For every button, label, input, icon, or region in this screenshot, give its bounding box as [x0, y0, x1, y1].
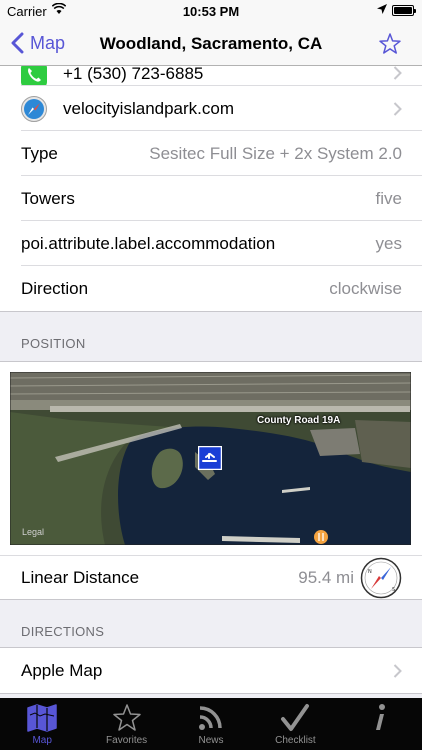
tab-favorites[interactable]: Favorites [84, 698, 168, 750]
tab-label: Favorites [106, 735, 148, 746]
svg-text:N: N [368, 569, 372, 575]
tab-map[interactable]: Map [0, 698, 84, 750]
apple-map-row[interactable]: Apple Map [0, 648, 422, 693]
safari-compass-icon [21, 95, 47, 122]
status-bar: Carrier 10:53 PM [0, 0, 422, 22]
battery-icon [392, 5, 416, 16]
chevron-right-icon [393, 663, 402, 678]
compass-icon: N S [360, 557, 402, 598]
navigation-bar: Map Woodland, Sacramento, CA [0, 22, 422, 66]
apple-map-label: Apple Map [21, 660, 103, 680]
restaurant-marker-icon[interactable] [314, 530, 328, 544]
chevron-right-icon [393, 66, 402, 80]
directions-section-header: DIRECTIONS [21, 624, 105, 639]
map-row: County Road 19A Legal [0, 362, 422, 555]
detail-value: five [375, 188, 402, 208]
directions-group: Apple Map [0, 647, 422, 694]
detail-label: Direction [21, 278, 89, 298]
detail-value: yes [375, 233, 402, 253]
checkmark-icon [281, 704, 310, 731]
phone-number: +1 (530) 723-6885 [63, 64, 204, 83]
tab-info[interactable] [338, 698, 422, 750]
tab-label: News [198, 735, 224, 746]
location-arrow-icon [377, 4, 387, 14]
tab-checklist[interactable]: Checklist [253, 698, 337, 750]
detail-label: poi.attribute.label.accommodation [21, 233, 276, 253]
tab-news[interactable]: News [169, 698, 253, 750]
satellite-map[interactable]: County Road 19A Legal [10, 372, 411, 545]
info-icon [375, 704, 385, 730]
position-section-header: POSITION [21, 336, 86, 351]
tab-bar: Map Favorites News Checklist [0, 698, 422, 750]
contact-group: +1 (530) 723-6885 velocityislandpark.com… [0, 62, 422, 312]
detail-content[interactable]: +1 (530) 723-6885 velocityislandpark.com… [0, 62, 422, 698]
tab-label: Map [32, 735, 52, 746]
position-group: County Road 19A Legal Linear Distance 95… [0, 361, 422, 600]
wakeboard-park-marker-icon[interactable] [198, 446, 222, 470]
detail-label: Type [21, 143, 58, 163]
map-icon [27, 704, 57, 732]
map-road-label: County Road 19A [257, 415, 341, 426]
map-legal-link[interactable]: Legal [22, 527, 44, 537]
tab-label: Checklist [275, 735, 316, 746]
detail-value: Sesitec Full Size + 2x System 2.0 [149, 143, 402, 163]
detail-row-direction: Direction clockwise [0, 266, 422, 311]
star-icon [112, 704, 141, 731]
favorite-star-icon[interactable] [378, 32, 402, 56]
svg-text:S: S [392, 587, 395, 593]
distance-value: 95.4 mi [298, 567, 354, 587]
detail-row-type: Type Sesitec Full Size + 2x System 2.0 [0, 131, 422, 176]
website-row[interactable]: velocityislandpark.com [0, 86, 422, 131]
page-title: Woodland, Sacramento, CA [99, 34, 323, 53]
clock: 10:53 PM [182, 4, 240, 19]
detail-value: clockwise [329, 278, 402, 298]
detail-label: Towers [21, 188, 75, 208]
detail-row-accommodation: poi.attribute.label.accommodation yes [0, 221, 422, 266]
distance-label: Linear Distance [21, 567, 140, 587]
website-link: velocityislandpark.com [63, 98, 235, 118]
detail-row-towers: Towers five [0, 176, 422, 221]
rss-icon [199, 706, 222, 730]
chevron-right-icon [393, 101, 402, 116]
linear-distance-row: Linear Distance 95.4 mi N S [0, 555, 422, 599]
